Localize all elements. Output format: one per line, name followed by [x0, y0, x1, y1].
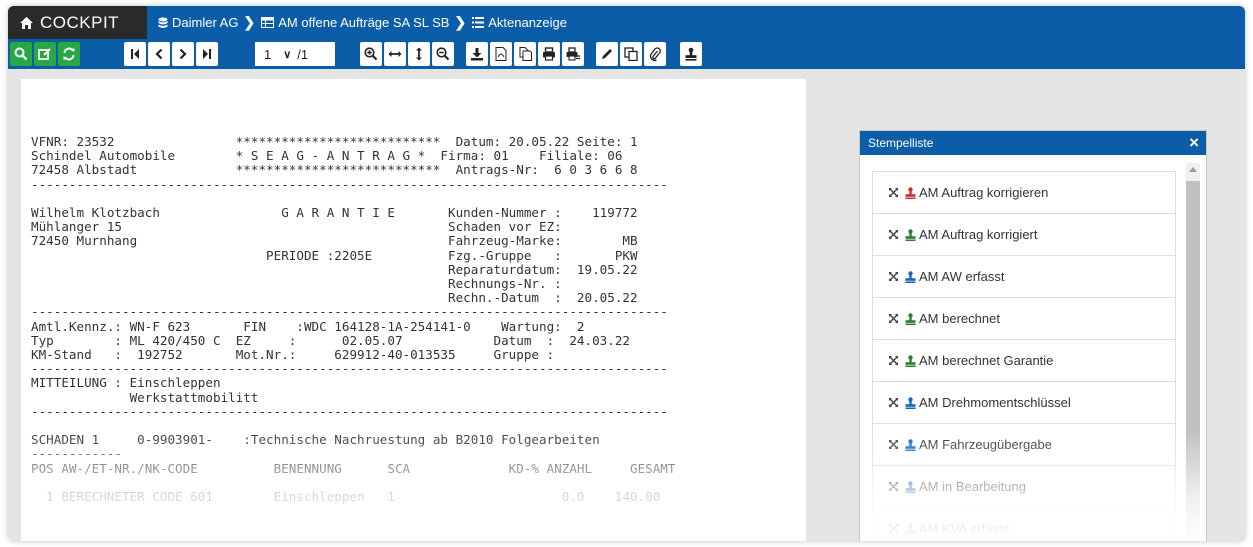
- database-icon: [158, 17, 168, 28]
- last-page-button[interactable]: [196, 42, 218, 66]
- previous-page-button[interactable]: [148, 42, 170, 66]
- close-icon[interactable]: ×: [1189, 134, 1199, 151]
- pencil-icon: [602, 49, 612, 59]
- paperclip-icon: [649, 47, 661, 61]
- zoom-in-icon: [364, 47, 378, 61]
- stamp-list-item[interactable]: AM Auftrag korrigieren: [872, 171, 1176, 213]
- stamp-icon: [905, 354, 916, 367]
- stamp-list-item[interactable]: AM AW erfasst: [872, 255, 1176, 297]
- app-window: COCKPIT Daimler AG ❯ AM offene Aufträge …: [8, 6, 1245, 541]
- next-page-button[interactable]: [172, 42, 194, 66]
- chevron-right-icon: [179, 48, 187, 60]
- page-select[interactable]: 1 ∨ /1: [255, 42, 335, 66]
- print-button[interactable]: [538, 42, 560, 66]
- stamp-list-item[interactable]: AM Auftrag korrigiert: [872, 213, 1176, 255]
- file-icon: [519, 47, 532, 61]
- chevron-right-icon: ❯: [243, 14, 256, 30]
- stamp-icon: [905, 396, 916, 409]
- stamp-icon: [685, 47, 697, 61]
- breadcrumb-item-list[interactable]: AM offene Aufträge SA SL SB: [261, 15, 449, 30]
- chevron-down-icon: ∨: [283, 48, 292, 61]
- stamp-icon: [905, 312, 916, 325]
- document-page: VFNR: 23532 *************************** …: [21, 79, 806, 541]
- copy-icon: [624, 47, 638, 61]
- edit-icon: [38, 48, 51, 60]
- zoom-out-icon: [436, 47, 450, 61]
- stamp-label: AM Auftrag korrigiert: [919, 227, 1038, 242]
- bottom-fade-overlay: [21, 429, 806, 541]
- chevron-right-icon: ❯: [454, 14, 467, 30]
- breadcrumb-item-current: Aktenanzeige: [472, 15, 567, 30]
- breadcrumb-item-company[interactable]: Daimler AG: [158, 15, 238, 30]
- panel-fade-overlay: [860, 431, 1206, 541]
- page-total: /1: [297, 46, 309, 62]
- stamp-label: AM Auftrag korrigieren: [919, 185, 1049, 200]
- refresh-icon: [63, 47, 75, 61]
- fit-width-button[interactable]: [384, 42, 406, 66]
- move-icon[interactable]: [888, 187, 899, 198]
- document-toolbar: 1 ∨ /1: [8, 39, 1245, 69]
- first-page-icon: [131, 49, 139, 59]
- edit-button[interactable]: [34, 42, 56, 66]
- stamp-list-item[interactable]: AM berechnet: [872, 297, 1176, 339]
- copy-button[interactable]: [620, 42, 642, 66]
- stamp-list-item[interactable]: AM berechnet Garantie: [872, 339, 1176, 381]
- move-icon[interactable]: [888, 271, 899, 282]
- export-pdf-button[interactable]: [490, 42, 512, 66]
- stamp-list-panel: Stempelliste × AM Auftrag korrigieren AM …: [859, 130, 1207, 541]
- zoom-out-button[interactable]: [432, 42, 454, 66]
- fit-height-button[interactable]: [408, 42, 430, 66]
- pdf-file-icon: [495, 47, 507, 61]
- fit-width-icon: [388, 51, 402, 57]
- list-icon: [472, 17, 485, 28]
- zoom-in-button[interactable]: [360, 42, 382, 66]
- move-icon[interactable]: [888, 397, 899, 408]
- print-preview-button[interactable]: [562, 42, 584, 66]
- home-icon: [20, 16, 33, 29]
- move-icon[interactable]: [888, 229, 899, 240]
- panel-title: Stempelliste: [868, 136, 934, 150]
- search-button[interactable]: [10, 42, 32, 66]
- page-current: 1: [264, 46, 272, 62]
- refresh-button[interactable]: [58, 42, 80, 66]
- download-button[interactable]: [466, 42, 488, 66]
- table-icon: [261, 17, 275, 28]
- print-preview-icon: [566, 47, 580, 61]
- stamp-list-item[interactable]: AM Drehmomentschlüssel: [872, 381, 1176, 423]
- attachment-button[interactable]: [644, 42, 666, 66]
- stamp-label: AM berechnet Garantie: [919, 353, 1054, 368]
- stamp-button[interactable]: [680, 42, 702, 66]
- move-icon[interactable]: [888, 355, 899, 366]
- first-page-button[interactable]: [124, 42, 146, 66]
- search-icon: [14, 47, 28, 61]
- header-bar: COCKPIT Daimler AG ❯ AM offene Aufträge …: [8, 6, 1245, 39]
- panel-header: Stempelliste ×: [860, 131, 1206, 155]
- home-button[interactable]: COCKPIT: [8, 6, 147, 39]
- fit-height-icon: [416, 47, 422, 61]
- download-icon: [471, 48, 483, 61]
- stamp-label: AM berechnet: [919, 311, 1000, 326]
- breadcrumb: Daimler AG ❯ AM offene Aufträge SA SL SB…: [158, 6, 567, 39]
- scroll-up-icon[interactable]: [1189, 167, 1197, 172]
- app-title: COCKPIT: [40, 12, 120, 32]
- stamp-label: AM Drehmomentschlüssel: [919, 395, 1071, 410]
- stamp-icon: [905, 270, 916, 283]
- move-icon[interactable]: [888, 313, 899, 324]
- chevron-left-icon: [155, 48, 163, 60]
- stamp-icon: [905, 228, 916, 241]
- breadcrumb-label: Daimler AG: [172, 15, 239, 30]
- annotate-button[interactable]: [596, 42, 618, 66]
- breadcrumb-label: AM offene Aufträge SA SL SB: [278, 15, 450, 30]
- stamp-icon: [905, 186, 916, 199]
- stamp-label: AM AW erfasst: [919, 269, 1005, 284]
- breadcrumb-label: Aktenanzeige: [488, 15, 567, 30]
- print-icon: [543, 47, 555, 61]
- last-page-icon: [203, 49, 211, 59]
- export-file-button[interactable]: [514, 42, 536, 66]
